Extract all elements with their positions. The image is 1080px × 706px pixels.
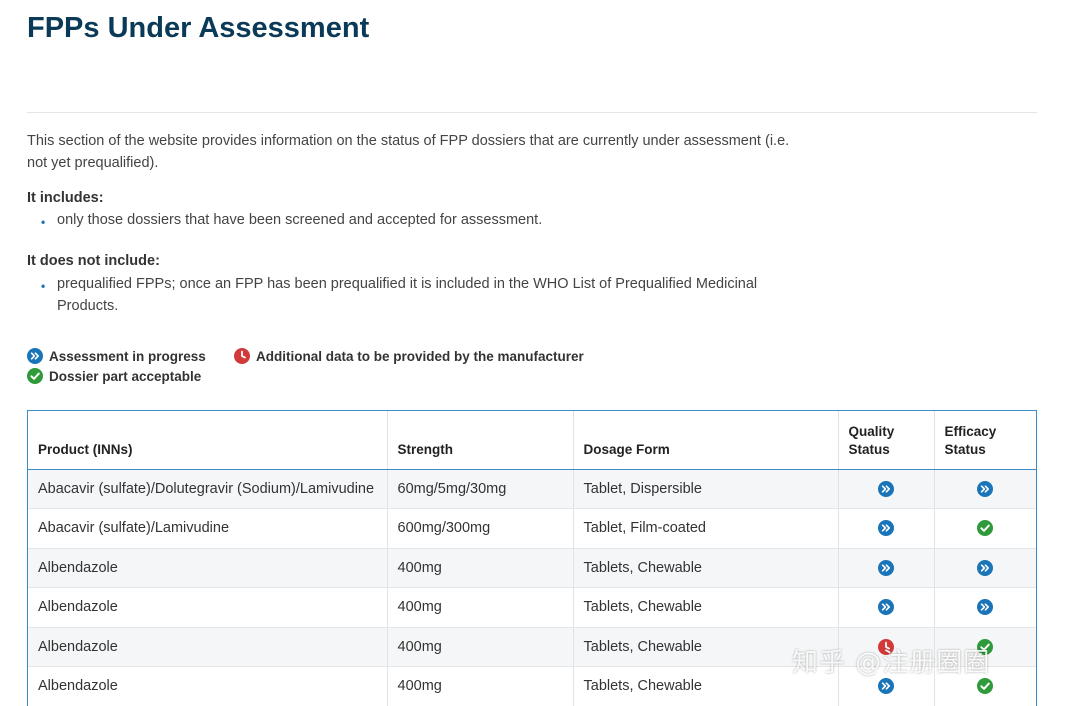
double-chevron-right-icon [878,480,894,497]
includes-list-item: • only those dossiers that have been scr… [41,209,781,231]
column-header-strength[interactable]: Strength [387,411,574,470]
clock-icon [234,348,250,364]
cell-product: Abacavir (sulfate)/Lamivudine [28,508,388,549]
column-header-efficacy-status[interactable]: Efficacy Status [934,411,1036,470]
checkmark-icon [27,368,43,384]
double-chevron-right-icon [977,559,994,576]
bullet-icon: • [41,279,46,293]
cell-strength: 400mg [387,587,574,628]
cell-efficacy-status [934,508,1036,549]
double-chevron-right-icon [878,678,894,695]
cell-quality-status [838,508,935,549]
double-chevron-right-icon [977,480,994,497]
table-header-row: Product (INNs) Strength Dosage Form Qual… [28,411,1036,470]
cell-dosage-form: Tablet, Film-coated [573,508,839,549]
page-title: FPPs Under Assessment [27,12,370,44]
cell-dosage-form: Tablets, Chewable [573,548,839,588]
cell-product: Abacavir (sulfate)/Dolutegravir (Sodium)… [28,469,388,509]
legend-acceptable: Dossier part acceptable [27,368,201,384]
cell-quality-status [838,587,935,628]
cell-product: Albendazole [28,627,388,667]
excludes-heading: It does not include: [27,253,160,269]
cell-efficacy-status [934,548,1036,588]
double-chevron-right-icon [27,348,43,364]
column-header-product[interactable]: Product (INNs) [28,411,388,470]
legend-additional-data: Additional data to be provided by the ma… [234,348,584,364]
column-header-quality-status[interactable]: Quality Status [838,411,935,470]
cell-dosage-form: Tablets, Chewable [573,587,839,628]
legend-in-progress: Assessment in progress [27,348,206,364]
table-row: Abacavir (sulfate)/Dolutegravir (Sodium)… [28,469,1036,509]
checkmark-icon [977,520,994,537]
intro-text: This section of the website provides inf… [27,133,790,171]
cell-efficacy-status [934,469,1036,509]
column-header-dosage-form[interactable]: Dosage Form [573,411,839,470]
cell-quality-status [838,548,935,588]
table-row: Albendazole 400mg Tablets, Chewable [28,587,1036,628]
cell-product: Albendazole [28,666,388,706]
includes-heading: It includes: [27,190,104,206]
double-chevron-right-icon [878,559,894,576]
cell-strength: 600mg/300mg [387,508,574,549]
cell-strength: 400mg [387,548,574,588]
watermark: 知乎 @注册圈圈 [792,648,991,678]
cell-strength: 400mg [387,666,574,706]
cell-product: Albendazole [28,587,388,628]
cell-efficacy-status [934,587,1036,628]
checkmark-icon [977,678,994,695]
legend-acceptable-label: Dossier part acceptable [49,368,202,384]
excludes-item-text: prequalified FPPs; once an FPP has been … [57,276,758,314]
double-chevron-right-icon [878,599,894,616]
double-chevron-right-icon [977,599,994,616]
cell-product: Albendazole [28,548,388,588]
includes-item-text: only those dossiers that have been scree… [57,212,543,228]
excludes-list-item: • prequalified FPPs; once an FPP has bee… [41,273,781,317]
double-chevron-right-icon [878,520,894,537]
cell-dosage-form: Tablet, Dispersible [573,469,839,509]
cell-quality-status [838,469,935,509]
divider [27,112,1037,113]
cell-strength: 60mg/5mg/30mg [387,469,574,509]
legend-in-progress-label: Assessment in progress [49,348,206,364]
table-row: Abacavir (sulfate)/Lamivudine 600mg/300mg… [28,508,1036,549]
cell-strength: 400mg [387,627,574,667]
legend-additional-data-label: Additional data to be provided by the ma… [256,348,584,364]
bullet-icon: • [41,215,46,229]
table-row: Albendazole 400mg Tablets, Chewable [28,548,1036,588]
